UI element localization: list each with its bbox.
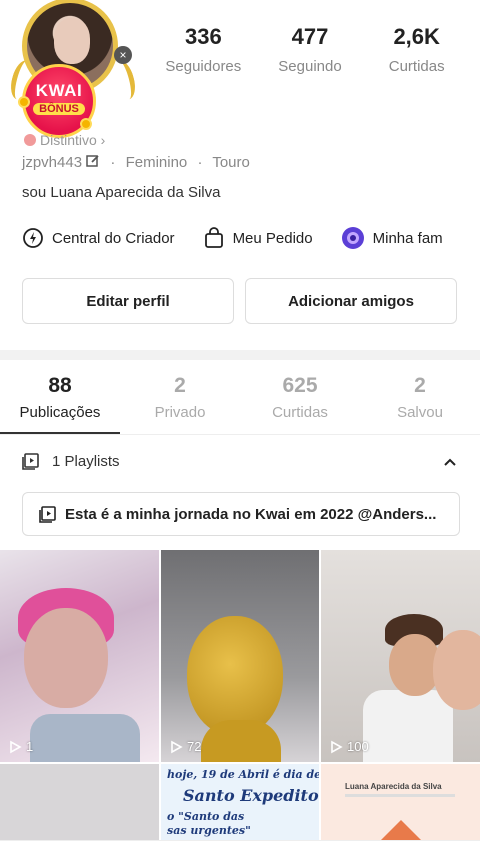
stat-label: Seguidores <box>165 58 242 75</box>
profile-stats: 336 Seguidores 477 Seguindo 2,6K Curtida… <box>150 24 470 75</box>
play-icon <box>331 740 343 753</box>
thumbnail-author: Luana Aparecida da Silva <box>345 782 442 791</box>
edit-icon[interactable] <box>86 154 100 168</box>
thumbnail-text: o "Santo das <box>167 810 245 823</box>
stat-label: Curtidas <box>388 58 445 75</box>
tab-label: Publicações <box>19 404 101 421</box>
thumbnail-text: sas urgentes" <box>167 824 251 837</box>
content-tabs: 88 Publicações 2 Privado 625 Curtidas 2 … <box>0 374 480 421</box>
thumbnail-graphic <box>363 690 453 762</box>
playlists-count: 1 Playlists <box>52 452 120 470</box>
bag-icon <box>204 227 223 248</box>
tab-privado[interactable]: 2 Privado <box>120 374 240 421</box>
tab-count: 625 <box>282 374 318 397</box>
play-icon <box>10 740 22 753</box>
video-thumbnail[interactable]: hoje, 19 de Abril é dia de Santo Expedit… <box>161 764 319 840</box>
video-thumbnail[interactable]: Luana Aparecida da Silva <box>321 764 480 840</box>
thumbnail-graphic <box>381 820 421 840</box>
thumbnail-graphic <box>345 794 455 797</box>
play-count-value: 100 <box>347 739 369 754</box>
stat-following[interactable]: 477 Seguindo <box>257 24 364 75</box>
separator: · <box>197 154 203 171</box>
tab-label: Salvou <box>397 404 443 421</box>
shortcut-my-order[interactable]: Meu Pedido <box>203 226 313 250</box>
shortcut-label: Meu Pedido <box>232 229 313 247</box>
thumbnail-graphic <box>30 714 140 762</box>
coin-icon <box>80 118 92 130</box>
tab-label: Privado <box>154 404 206 421</box>
gender: Feminino <box>125 154 188 171</box>
stat-value: 477 <box>291 24 329 49</box>
distintivo-icon <box>24 134 36 146</box>
thumbnail-text: hoje, 19 de Abril é dia de <box>167 768 319 781</box>
badge-subtitle: BÔNUS <box>33 103 85 115</box>
lightning-icon <box>23 228 43 248</box>
playlist-icon <box>39 506 56 523</box>
shortcut-my-family[interactable]: Minha fam <box>341 226 443 250</box>
username: jzpvh443 <box>22 154 83 171</box>
thumbnail-graphic <box>24 608 108 708</box>
play-count: 1 <box>8 739 33 754</box>
add-friends-button[interactable]: Adicionar amigos <box>245 278 457 324</box>
distintivo-label: Distintivo › <box>40 132 106 148</box>
badge-title: KWAI <box>35 81 83 100</box>
edit-profile-button[interactable]: Editar perfil <box>22 278 234 324</box>
thumbnail-text: Santo Expedito. <box>183 786 319 805</box>
tab-count: 2 <box>414 374 426 397</box>
shortcut-creator-center[interactable]: Central do Criador <box>22 226 175 250</box>
avatar-face <box>54 18 90 64</box>
tab-count: 2 <box>174 374 186 397</box>
bottom-navigation[interactable] <box>0 840 480 854</box>
chevron-up-icon[interactable] <box>442 454 458 470</box>
tab-curtidas[interactable]: 625 Curtidas <box>240 374 360 421</box>
video-thumbnail[interactable]: 72 <box>161 550 319 762</box>
tab-count: 88 <box>48 374 72 397</box>
shortcut-label: Minha fam <box>372 229 443 247</box>
stat-value: 336 <box>184 24 222 49</box>
coin-icon <box>18 96 30 108</box>
separator: · <box>110 154 116 171</box>
play-count: 100 <box>329 739 369 754</box>
playlists-header[interactable]: 1 Playlists <box>22 452 462 470</box>
section-divider <box>0 350 480 360</box>
playlist-item[interactable]: Esta é a minha jornada no Kwai em 2022 @… <box>22 492 460 536</box>
video-thumbnail[interactable]: 1 <box>0 550 159 762</box>
stat-likes[interactable]: 2,6K Curtidas <box>363 24 470 75</box>
zodiac-sign: Touro <box>212 154 250 171</box>
play-icon <box>171 740 183 753</box>
play-count-value: 72 <box>187 739 202 754</box>
tab-salvou[interactable]: 2 Salvou <box>360 374 480 421</box>
stat-label: Seguindo <box>278 58 342 75</box>
avatar-area[interactable]: × KWAI BÔNUS <box>7 0 139 138</box>
shortcut-label: Central do Criador <box>52 229 175 247</box>
shortcuts-row: Central do Criador Meu Pedido Minha fam <box>22 226 480 250</box>
thumbnail-graphic <box>201 720 281 762</box>
play-count-value: 1 <box>26 739 34 754</box>
playlist-title: Esta é a minha jornada no Kwai em 2022 @… <box>65 505 437 523</box>
profile-meta: jzpvh443 · Feminino · Touro <box>22 154 250 171</box>
video-thumbnail[interactable] <box>0 764 159 840</box>
video-thumbnail[interactable]: 100 <box>321 550 480 762</box>
tab-label: Curtidas <box>272 404 328 421</box>
stat-value: 2,6K <box>393 24 440 49</box>
stat-followers[interactable]: 336 Seguidores <box>150 24 257 75</box>
tab-publicacoes[interactable]: 88 Publicações <box>0 374 120 421</box>
play-count: 72 <box>169 739 201 754</box>
bio: sou Luana Aparecida da Silva <box>22 184 221 201</box>
distintivo-link[interactable]: Distintivo › <box>24 132 105 148</box>
tabs-divider <box>0 434 480 435</box>
close-icon[interactable]: × <box>114 46 132 64</box>
family-icon <box>341 227 364 249</box>
thumbnail-graphic <box>433 630 480 710</box>
thumbnail-graphic <box>187 616 283 736</box>
playlist-icon <box>22 453 39 470</box>
